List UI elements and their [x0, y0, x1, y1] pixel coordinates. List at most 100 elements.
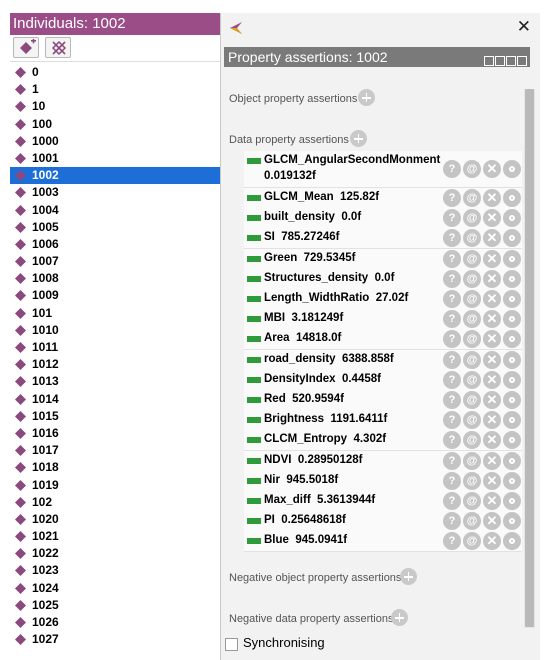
- annotate-icon[interactable]: @: [463, 290, 481, 308]
- close-icon[interactable]: ✕: [517, 17, 531, 37]
- data-property-assertion-row[interactable]: road_density 6388.858f? @ ✕: [244, 349, 522, 371]
- annotate-icon[interactable]: @: [463, 391, 481, 409]
- individual-item[interactable]: 100: [10, 116, 222, 133]
- annotate-icon[interactable]: @: [463, 532, 481, 551]
- split-view-icon[interactable]: [484, 56, 494, 66]
- edit-icon[interactable]: [503, 189, 521, 207]
- delete-icon[interactable]: ✕: [483, 330, 501, 349]
- individual-item[interactable]: 1013: [10, 373, 222, 390]
- delete-icon[interactable]: ✕: [483, 492, 501, 510]
- explain-icon[interactable]: ?: [443, 290, 461, 308]
- delete-icon[interactable]: ✕: [483, 532, 501, 551]
- delete-icon[interactable]: ✕: [483, 451, 501, 470]
- individual-item[interactable]: 1009: [10, 287, 222, 304]
- delete-icon[interactable]: ✕: [483, 512, 501, 531]
- individual-item[interactable]: 1019: [10, 477, 222, 494]
- vertical-scrollbar[interactable]: [524, 89, 535, 631]
- data-property-assertion-row[interactable]: Green 729.5345f? @ ✕: [244, 248, 522, 270]
- add-data-property-icon[interactable]: [350, 130, 367, 147]
- annotate-icon[interactable]: @: [463, 209, 481, 228]
- add-object-property-icon[interactable]: [358, 89, 375, 106]
- annotate-icon[interactable]: @: [463, 330, 481, 349]
- edit-icon[interactable]: [503, 471, 521, 490]
- explain-icon[interactable]: ?: [443, 310, 461, 329]
- individual-item[interactable]: 1026: [10, 614, 222, 631]
- add-negative-object-property-icon[interactable]: [400, 568, 417, 585]
- edit-icon[interactable]: [503, 290, 521, 308]
- explain-icon[interactable]: ?: [443, 370, 461, 389]
- edit-icon[interactable]: [503, 330, 521, 349]
- data-property-assertion-row[interactable]: Blue 945.0941f? @ ✕: [244, 531, 522, 553]
- delete-icon[interactable]: ✕: [483, 189, 501, 207]
- individual-item[interactable]: 1023: [10, 562, 222, 579]
- explain-icon[interactable]: ?: [443, 269, 461, 288]
- annotate-icon[interactable]: @: [463, 160, 481, 178]
- individual-item[interactable]: 101: [10, 305, 222, 322]
- explain-icon[interactable]: ?: [443, 249, 461, 268]
- edit-icon[interactable]: [503, 249, 521, 268]
- delete-icon[interactable]: ✕: [483, 370, 501, 389]
- explain-icon[interactable]: ?: [443, 512, 461, 531]
- delete-icon[interactable]: ✕: [483, 431, 501, 450]
- individual-item[interactable]: 1008: [10, 270, 222, 287]
- individual-item[interactable]: 1016: [10, 425, 222, 442]
- delete-icon[interactable]: ✕: [483, 290, 501, 308]
- annotate-icon[interactable]: @: [463, 350, 481, 369]
- individual-item[interactable]: 1006: [10, 236, 222, 253]
- explain-icon[interactable]: ?: [443, 229, 461, 248]
- data-property-assertion-row[interactable]: Brightness 1191.6411f? @ ✕: [244, 410, 522, 432]
- edit-icon[interactable]: [503, 451, 521, 470]
- annotate-icon[interactable]: @: [463, 310, 481, 329]
- edit-icon[interactable]: [503, 431, 521, 450]
- data-property-assertion-row[interactable]: NDVI 0.28950128f? @ ✕: [244, 450, 522, 472]
- explain-icon[interactable]: ?: [443, 350, 461, 369]
- explain-icon[interactable]: ?: [443, 532, 461, 551]
- scrollbar-thumb[interactable]: [525, 89, 534, 627]
- explain-icon[interactable]: ?: [443, 160, 461, 178]
- data-property-assertion-row[interactable]: Structures_density 0.0f? @ ✕: [244, 268, 522, 290]
- individual-item[interactable]: 1021: [10, 528, 222, 545]
- data-property-assertion-row[interactable]: GLCM_Mean 125.82f? @ ✕: [244, 188, 522, 209]
- edit-icon[interactable]: [503, 370, 521, 389]
- individual-item[interactable]: 1005: [10, 219, 222, 236]
- individual-item[interactable]: 1024: [10, 580, 222, 597]
- individual-item[interactable]: 1017: [10, 442, 222, 459]
- explain-icon[interactable]: ?: [443, 189, 461, 207]
- individual-item[interactable]: 1020: [10, 511, 222, 528]
- annotate-icon[interactable]: @: [463, 269, 481, 288]
- data-property-assertion-row[interactable]: SI 785.27246f? @ ✕: [244, 228, 522, 250]
- data-property-assertion-row[interactable]: CLCM_Entropy 4.302f? @ ✕: [244, 430, 522, 452]
- annotate-icon[interactable]: @: [463, 512, 481, 531]
- delete-individual-button[interactable]: [45, 37, 71, 58]
- individual-item[interactable]: 0: [10, 64, 222, 81]
- delete-icon[interactable]: ✕: [483, 209, 501, 228]
- explain-icon[interactable]: ?: [443, 451, 461, 470]
- maximize-view-icon[interactable]: [506, 56, 516, 66]
- delete-icon[interactable]: ✕: [483, 269, 501, 288]
- individual-item[interactable]: 1: [10, 81, 222, 98]
- annotate-icon[interactable]: @: [463, 189, 481, 207]
- individual-item[interactable]: 1015: [10, 408, 222, 425]
- data-property-assertion-row[interactable]: Length_WidthRatio 27.02f? @ ✕: [244, 289, 522, 310]
- delete-icon[interactable]: ✕: [483, 350, 501, 369]
- individual-item[interactable]: 1010: [10, 322, 222, 339]
- data-property-assertion-row[interactable]: Red 520.9594f? @ ✕: [244, 390, 522, 411]
- explain-icon[interactable]: ?: [443, 471, 461, 490]
- individual-item[interactable]: 1004: [10, 202, 222, 219]
- annotate-icon[interactable]: @: [463, 370, 481, 389]
- edit-icon[interactable]: [503, 350, 521, 369]
- individual-item[interactable]: 1011: [10, 339, 222, 356]
- edit-icon[interactable]: [503, 492, 521, 510]
- edit-icon[interactable]: [503, 512, 521, 531]
- individual-item[interactable]: 1001: [10, 150, 222, 167]
- individual-item[interactable]: 1014: [10, 391, 222, 408]
- data-property-assertion-row[interactable]: Nir 945.5018f? @ ✕: [244, 470, 522, 492]
- annotate-icon[interactable]: @: [463, 471, 481, 490]
- edit-icon[interactable]: [503, 411, 521, 430]
- individual-item[interactable]: 1025: [10, 597, 222, 614]
- delete-icon[interactable]: ✕: [483, 249, 501, 268]
- annotate-icon[interactable]: @: [463, 229, 481, 248]
- delete-icon[interactable]: ✕: [483, 229, 501, 248]
- annotate-icon[interactable]: @: [463, 411, 481, 430]
- individual-item[interactable]: 10: [10, 98, 222, 115]
